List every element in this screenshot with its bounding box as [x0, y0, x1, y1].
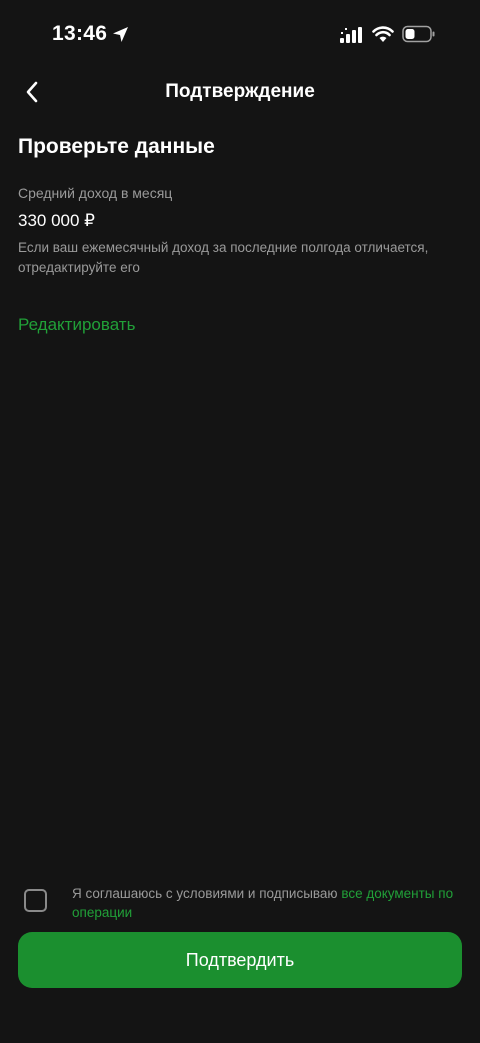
- wifi-icon: [372, 26, 394, 42]
- confirm-button[interactable]: Подтвердить: [18, 932, 462, 988]
- status-time: 13:46: [52, 22, 108, 45]
- consent-text-label: Я соглашаюсь с условиями и подписываю: [72, 886, 342, 901]
- income-hint: Если ваш ежемесячный доход за последние …: [18, 240, 429, 275]
- consent-checkbox[interactable]: [24, 889, 47, 912]
- main-content: Проверьте данные Средний доход в месяц 3…: [18, 130, 462, 336]
- income-label: Средний доход в месяц: [18, 185, 173, 201]
- battery-icon: [402, 25, 435, 43]
- edit-link[interactable]: Редактировать: [18, 314, 135, 336]
- page-title: Подтверждение: [165, 81, 315, 102]
- income-value: 330 000 ₽: [18, 211, 95, 230]
- section-title: Проверьте данные: [18, 135, 215, 158]
- location-arrow-icon: [113, 27, 128, 42]
- status-bar: 13:46: [0, 0, 480, 70]
- consent-text: Я соглашаюсь с условиями и подписываю вс…: [72, 884, 456, 922]
- nav-bar: Подтверждение: [0, 70, 480, 114]
- cellular-signal-icon: [340, 27, 362, 43]
